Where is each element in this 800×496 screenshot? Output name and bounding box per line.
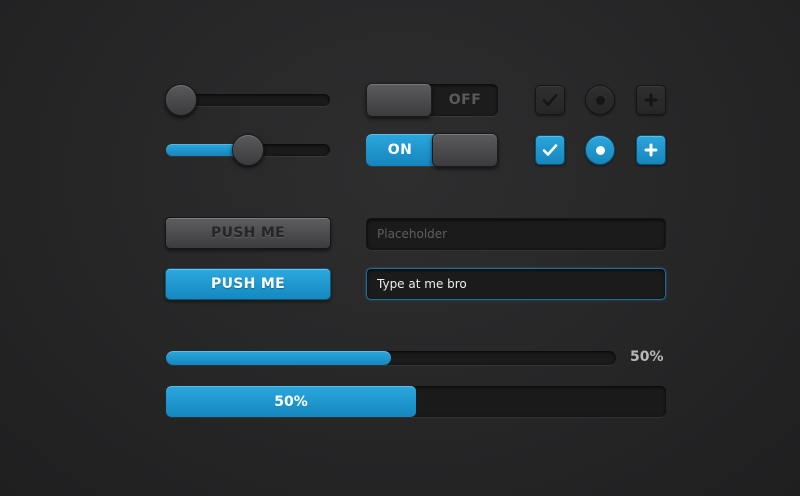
plus-toggle-on[interactable]	[636, 135, 666, 165]
dot-icon	[595, 95, 605, 105]
progress-fill-thin	[166, 351, 391, 365]
checkbox-checked[interactable]	[535, 135, 565, 165]
plus-icon	[644, 143, 658, 157]
dot-icon	[595, 145, 605, 155]
toggle-off-label: OFF	[448, 92, 482, 108]
plus-icon	[644, 93, 658, 107]
push-me-button-active[interactable]: PUSH ME	[165, 268, 331, 300]
progress-bar-thin	[166, 351, 616, 365]
text-input-focused[interactable]	[366, 268, 666, 300]
progress-label-thick: 50%	[274, 393, 308, 410]
toggle-on-label: ON	[387, 142, 413, 158]
toggle-on-knob[interactable]	[432, 133, 498, 167]
checkbox-unchecked[interactable]	[535, 85, 565, 115]
toggle-off-knob[interactable]	[366, 83, 432, 117]
plus-toggle-off[interactable]	[636, 85, 666, 115]
progress-label-thin: 50%	[630, 349, 664, 365]
slider-thumb-2[interactable]	[232, 134, 264, 166]
checkmark-icon	[542, 94, 558, 106]
radio-selected[interactable]	[585, 135, 615, 165]
toggle-on[interactable]: ON	[366, 133, 498, 167]
progress-bar-thick: 50%	[166, 386, 666, 417]
toggle-off[interactable]: OFF	[366, 83, 498, 117]
slider-thumb-1[interactable]	[165, 84, 197, 116]
radio-unselected[interactable]	[585, 85, 615, 115]
push-me-button-default[interactable]: PUSH ME	[165, 217, 331, 249]
checkmark-icon	[542, 144, 558, 156]
placeholder-input[interactable]	[366, 218, 666, 250]
